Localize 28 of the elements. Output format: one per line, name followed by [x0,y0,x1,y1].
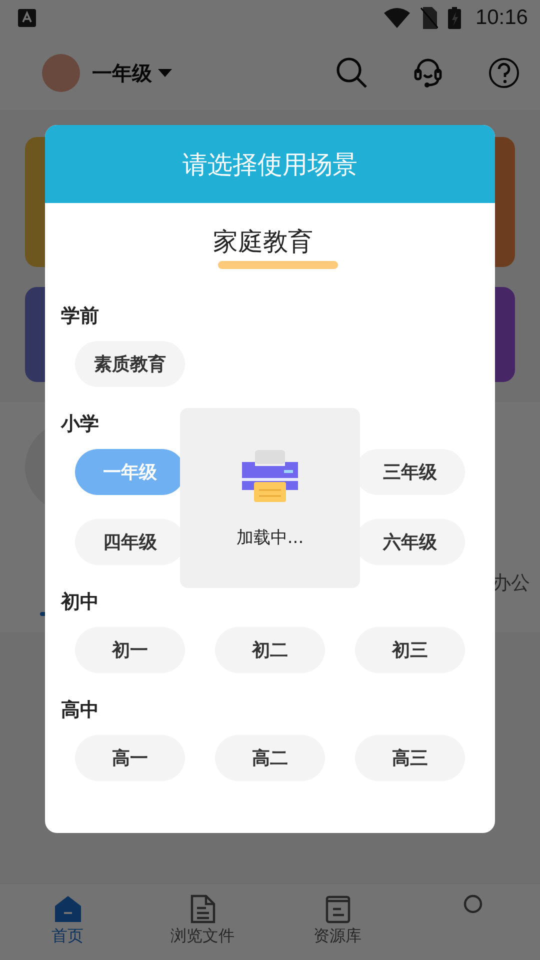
file-icon [188,894,216,924]
no-sim-icon [420,7,438,29]
grade-dropdown[interactable]: 一年级 [92,60,172,86]
section-label: 初中 [61,590,100,615]
section-label: 小学 [61,412,100,437]
keyboard-icon [18,9,36,27]
scene-title: 家庭教育 [213,229,313,254]
section-label: 高中 [61,698,100,723]
section-label: 学前 [61,304,100,329]
loading-text: 加载中... [236,526,304,548]
grade-option[interactable]: 高二 [215,735,325,781]
help-icon[interactable] [488,57,520,89]
battery-icon [448,7,462,29]
printer-icon [240,448,300,504]
dialog-title: 请选择使用场景 [45,125,495,203]
headset-icon[interactable] [414,57,442,89]
grade-option[interactable]: 高一 [75,735,185,781]
grade-option[interactable]: 高三 [355,735,465,781]
home-icon [54,894,82,924]
grade-option[interactable]: 初一 [75,627,185,673]
grade-option[interactable]: 初三 [355,627,465,673]
wifi-icon [384,8,410,28]
search-icon[interactable] [336,57,368,89]
status-time: 10:16 [475,6,528,30]
book-icon [324,894,352,924]
caret-icon [158,68,172,78]
grade-option[interactable]: 素质教育 [75,341,185,387]
grade-option[interactable]: 初二 [215,627,325,673]
